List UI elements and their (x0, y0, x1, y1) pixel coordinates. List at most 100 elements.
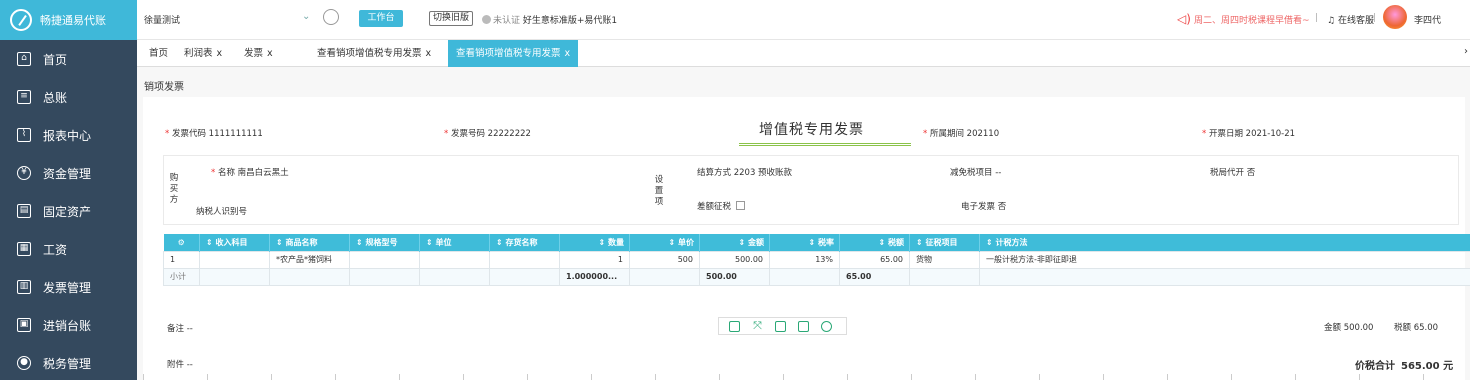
close-icon[interactable]: x (426, 48, 432, 59)
field-value: -- (186, 360, 193, 370)
cell-unit[interactable] (419, 250, 490, 269)
column-header[interactable]: ⇕ 税额 (839, 234, 910, 251)
cell-tax[interactable]: 65.00 (839, 250, 910, 269)
invoice-number-field: * 发票号码 22222222 (444, 127, 531, 139)
field-label: 电子发票 (961, 202, 996, 212)
sidebar-item-reports[interactable]: ⌇ 报表中心 (0, 116, 137, 154)
column-header[interactable]: ⇕ 商品名称 (269, 234, 350, 251)
subtotal-row: 小计 1.000000... 500.00 65.00 (163, 267, 1470, 286)
print-icon[interactable] (729, 321, 740, 332)
sidebar-item-ledger[interactable]: ≡ 总账 (0, 78, 137, 116)
money-icon: ¥ (17, 166, 31, 180)
field-label: 备注 (167, 324, 185, 334)
close-icon[interactable]: x (267, 48, 273, 59)
sidebar-item-tax[interactable]: ● 税务管理 (0, 344, 137, 380)
workbench-button[interactable]: 工作台 (359, 10, 403, 27)
tab-profit[interactable]: 利润表 x (180, 40, 226, 67)
sidebar-item-home[interactable]: ⌂ 首页 (0, 40, 137, 78)
field-value: -- (995, 168, 1002, 178)
cell-product-name[interactable]: *农产品*猪饲料 (269, 250, 350, 269)
cell-unit-price[interactable]: 500 (629, 250, 700, 269)
column-header[interactable]: ⇕ 规格型号 (349, 234, 420, 251)
field-label: 发票号码 (450, 129, 485, 139)
app-logo[interactable]: 畅捷通易代账 (0, 0, 137, 40)
column-header[interactable]: ⇕ 单位 (419, 234, 490, 251)
tab-invoice[interactable]: 发票 x (240, 40, 277, 67)
column-header-label: 税额 (888, 237, 904, 247)
chevron-down-icon[interactable]: ⌄ (302, 11, 310, 22)
column-header-label: 规格型号 (365, 237, 398, 247)
settings-icon[interactable] (821, 321, 832, 332)
period-field: * 所属期间 202110 (923, 127, 999, 139)
close-icon[interactable]: x (565, 48, 571, 59)
save-icon[interactable] (775, 321, 786, 332)
column-settings-icon[interactable]: ⚙ (163, 234, 200, 251)
tab-home[interactable]: 首页 (145, 40, 172, 67)
top-bar: 徐量测试 ⌄ 工作台 切换旧版 未认证 好生意标准版+易代账1 ◁) 周二、周四… (137, 0, 1470, 40)
tab-view-invoice-active[interactable]: 查看销项增值税专用发票 x (448, 40, 579, 67)
title-underline (739, 143, 911, 146)
sidebar-item-funds[interactable]: ¥ 资金管理 (0, 154, 137, 192)
column-header[interactable]: ⇕ 收入科目 (199, 234, 270, 251)
sidebar-item-assets[interactable]: ▤ 固定资产 (0, 192, 137, 230)
field-value: -- (186, 324, 193, 334)
close-icon[interactable]: x (217, 48, 223, 59)
customer-service-link[interactable]: ♫ 在线客服 (1327, 13, 1374, 26)
field-value: 565.00 元 (1401, 361, 1454, 372)
subtotal-label: 小计 (163, 267, 200, 286)
cell-amount[interactable]: 500.00 (699, 250, 770, 269)
chevron-right-icon[interactable]: › (1464, 46, 1468, 57)
diff-tax-checkbox[interactable] (736, 201, 746, 210)
field-label: 差额征税 (697, 202, 732, 212)
invoice-title: 增值税专用发票 (759, 122, 864, 138)
tab-label: 首页 (149, 48, 169, 59)
cell-tax-method[interactable]: 一般计税方法-非即征即退 (979, 250, 1470, 269)
tab-view-invoice[interactable]: 查看销项增值税专用发票 x (313, 40, 435, 67)
taxpayer-id-label: 纳税人识别号 (196, 207, 248, 217)
switch-old-version-button[interactable]: 切换旧版 (429, 11, 474, 26)
tax-icon: ● (17, 356, 31, 370)
invoice-code-field: * 发票代码 1111111111 (165, 127, 263, 139)
notice-link[interactable]: 周二、周四时税课程早借看~ (1194, 13, 1310, 26)
sidebar-item-label: 报表中心 (43, 128, 92, 143)
empty-cell (199, 267, 270, 286)
column-header[interactable]: ⇕ 计税方法 (979, 234, 1470, 251)
column-header[interactable]: ⇕ 金额 (699, 234, 770, 251)
sidebar-item-label: 进销台账 (43, 318, 92, 333)
cell-inventory-name[interactable] (489, 250, 560, 269)
cert-status-label: 未认证 (493, 16, 521, 26)
column-header[interactable]: ⇕ 税率 (769, 234, 840, 251)
cell-spec[interactable] (349, 250, 420, 269)
table-row[interactable]: 1 *农产品*猪饲料 1 500 500.00 13% 65.00 货物 一般计… (163, 250, 1470, 269)
column-header[interactable]: ⇕ 征税项目 (909, 234, 980, 251)
home-icon: ⌂ (17, 52, 31, 66)
sidebar-item-invoice[interactable]: ▥ 发票管理 (0, 268, 137, 306)
avatar[interactable] (1383, 5, 1407, 29)
column-header[interactable]: ⇕ 单价 (629, 234, 700, 251)
chart-icon: ⌇ (17, 128, 31, 142)
headset-icon: ♫ (1327, 16, 1338, 26)
fullscreen-icon[interactable]: ⤧ (752, 320, 763, 332)
cell-tax-rate[interactable]: 13% (769, 250, 840, 269)
export-icon[interactable] (798, 321, 809, 332)
cell-quantity[interactable]: 1 (559, 250, 630, 269)
sidebar-item-label: 资金管理 (43, 166, 92, 181)
table-toolbar: ⤧ (718, 317, 847, 335)
sidebar-item-sales-ledger[interactable]: ▣ 进销台账 (0, 306, 137, 344)
salary-icon: ▦ (17, 242, 31, 256)
column-header[interactable]: ⇕ 数量 (559, 234, 630, 251)
user-name[interactable]: 李四代 (1414, 13, 1441, 26)
sidebar-item-salary[interactable]: ▦ 工资 (0, 230, 137, 268)
company-selector[interactable]: 徐量测试 (144, 13, 180, 26)
table-header-row: ⚙ ⇕ 收入科目 ⇕ 商品名称 ⇕ 规格型号 ⇕ 单位 ⇕ 存货名称 ⇕ 数量 … (163, 234, 1470, 251)
field-value: 202110 (966, 129, 1000, 139)
calendar-icon[interactable] (323, 9, 339, 25)
column-header-label: 收入科目 (215, 237, 248, 247)
tab-label: 查看销项增值税专用发票 (317, 48, 422, 59)
speaker-icon: ◁) (1177, 12, 1191, 26)
cell-tax-item[interactable]: 货物 (909, 250, 980, 269)
cell-income-account[interactable] (199, 250, 270, 269)
customer-service-label: 在线客服 (1337, 16, 1374, 26)
column-header[interactable]: ⇕ 存货名称 (489, 234, 560, 251)
field-label: 结算方式 (697, 168, 732, 178)
